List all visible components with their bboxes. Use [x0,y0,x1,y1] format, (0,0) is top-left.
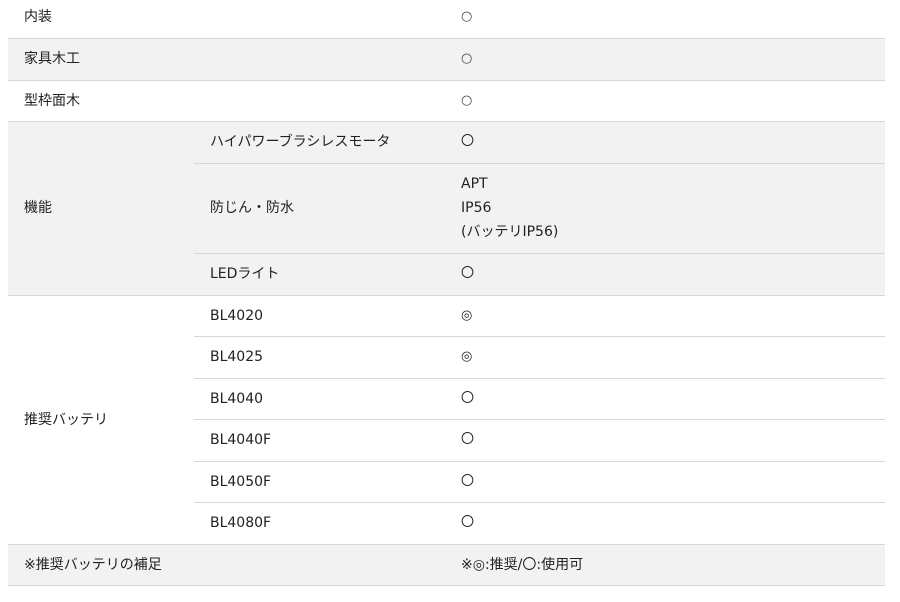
battery-model: BL4050F [194,461,445,503]
battery-model: BL4040F [194,419,445,462]
usable-mark: 〇 [445,419,885,462]
waterproof-spec: APT IP56 (バッテリIP56) [445,163,885,254]
spec-line: APT [461,176,488,192]
table-row: 家具木工 ○ [8,38,885,81]
availability-mark: 〇 [445,121,885,164]
usable-mark: 〇 [445,461,885,503]
feature-name: 防じん・防水 [194,163,445,254]
spec-table: 内装 ○ 家具木工 ○ 型枠面木 ○ 機能 ハイパワーブラシレスモータ 〇 防じ… [8,0,885,586]
spec-line: IP56 [461,200,492,216]
usable-mark: 〇 [445,378,885,420]
table-row: 機能 ハイパワーブラシレスモータ 〇 [8,121,885,296]
battery-model: BL4080F [194,502,445,545]
battery-model: BL4025 [194,336,445,379]
recommended-mark: ◎ [445,336,885,379]
table-row: 型枠面木 ○ [8,80,885,122]
note-legend: ※◎:推奨/〇:使用可 [445,544,885,586]
availability-mark: ○ [445,80,885,122]
spec-line: (バッテリIP56) [461,224,559,240]
battery-model: BL4020 [194,295,445,337]
group-label-function: 機能 [8,121,194,296]
recommended-mark: ◎ [445,295,885,337]
table-row: 推奨バッテリ BL4020 ◎ [8,295,885,545]
row-label: 型枠面木 [8,80,194,122]
usable-mark: 〇 [445,502,885,545]
availability-mark: 〇 [445,253,885,296]
note-label: ※推奨バッテリの補足 [8,544,445,586]
row-label: 家具木工 [8,38,194,81]
group-label-battery: 推奨バッテリ [8,295,194,545]
row-label: 内装 [8,0,194,39]
availability-mark: ○ [445,0,885,39]
battery-model: BL4040 [194,378,445,420]
table-row: ※推奨バッテリの補足 ※◎:推奨/〇:使用可 [8,544,885,586]
table-row: 内装 ○ [8,0,885,39]
feature-name: ハイパワーブラシレスモータ [194,121,445,164]
availability-mark: ○ [445,38,885,81]
feature-name: LEDライト [194,253,445,296]
